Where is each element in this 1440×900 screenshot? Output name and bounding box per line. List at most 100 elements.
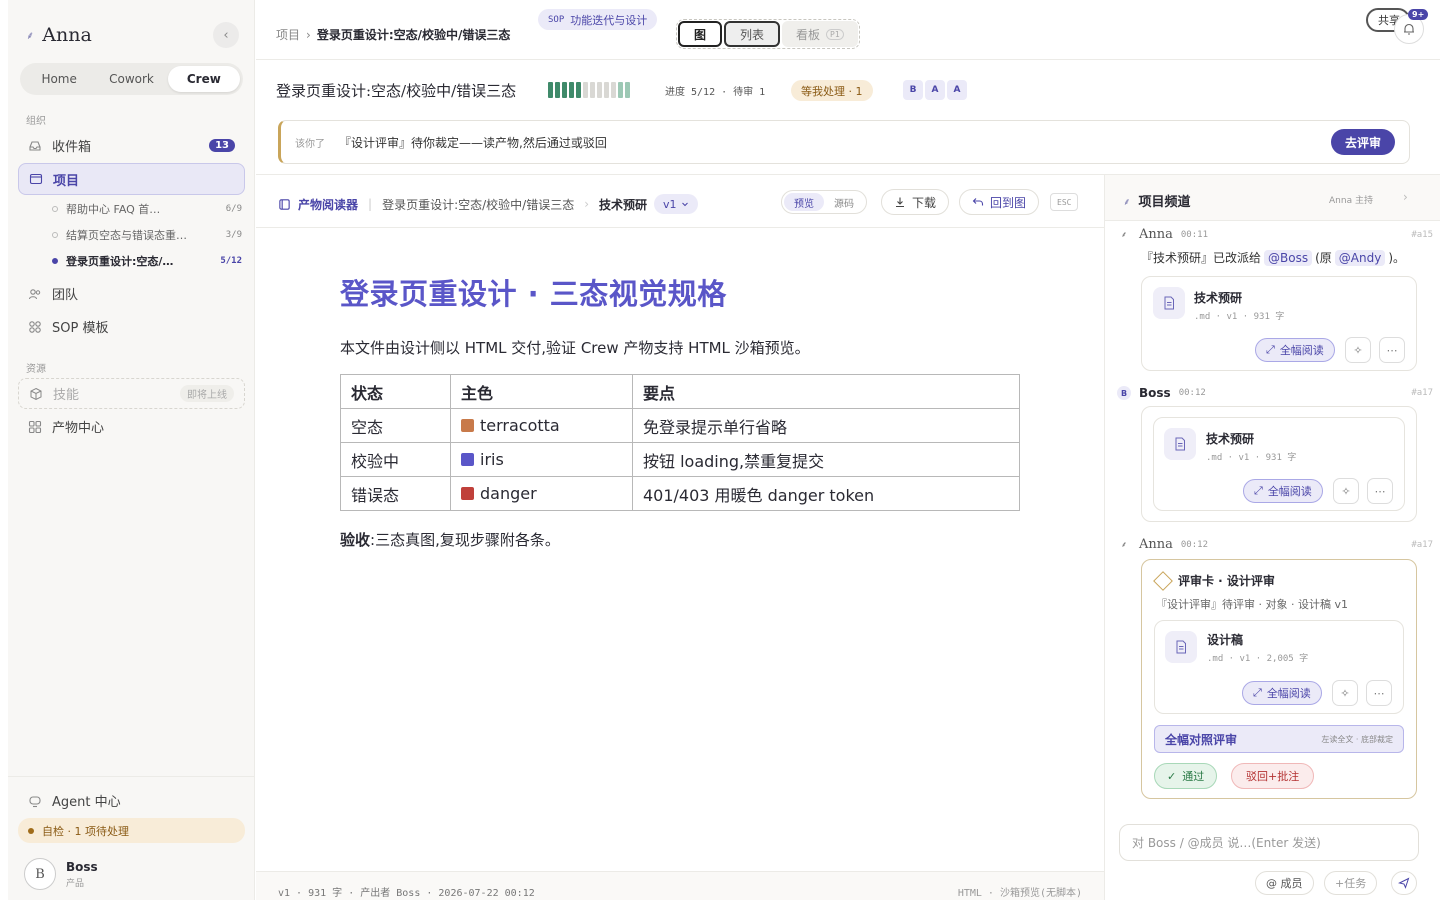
message-input[interactable]: 对 Boss / @成员 说…(Enter 发送) <box>1119 824 1419 861</box>
compare-review-hint: 左读全文 · 底部裁定 <box>1321 734 1393 744</box>
user-profile[interactable]: B Boss 产品 <box>24 858 98 890</box>
more-icon: ⋯ <box>1374 484 1386 498</box>
sidebar-item-inbox[interactable]: 收件箱 13 <box>18 130 245 161</box>
ai-action-button[interactable]: ✧ <box>1333 478 1359 504</box>
view-graph-button[interactable]: 图 <box>678 21 723 47</box>
mention-member-button[interactable]: @ 成员 <box>1255 871 1314 895</box>
doc-heading: 登录页重设计 · 三态视觉规格 <box>340 277 727 311</box>
sidebar-item-projects[interactable]: 项目 <box>18 163 245 195</box>
message-text-part: 『技术预研』已改派给 <box>1141 251 1262 265</box>
breadcrumb-root[interactable]: 项目 <box>276 26 300 43</box>
full-read-button[interactable]: ⤢ 全幅阅读 <box>1255 338 1335 362</box>
sidebar-item-artifacts[interactable]: 产物中心 <box>18 411 245 442</box>
sidebar-item-sop[interactable]: SOP 模板 <box>18 311 245 342</box>
message-header: B Boss 00:12 #a17 <box>1117 386 1433 400</box>
project-item-checkout[interactable]: 结算页空态与错误态重… 3/9 <box>52 224 242 246</box>
project-item-label: 结算页空态与错误态重… <box>66 229 187 242</box>
collapse-sidebar-button[interactable]: ‹ <box>213 22 239 48</box>
reader-doc-path[interactable]: 登录页重设计:空态/校验中/错误三态 <box>382 196 574 213</box>
notice-message: 『设计评审』待你裁定——读产物,然后通过或驳回 <box>339 135 607 150</box>
message-author[interactable]: Boss <box>1139 386 1171 400</box>
full-read-button[interactable]: ⤢ 全幅阅读 <box>1242 681 1322 705</box>
message-header: ⸙ Anna 00:11 #a15 <box>1117 227 1433 242</box>
project-item-login[interactable]: 登录页重设计:空态/… 5/12 <box>52 250 242 272</box>
view-list-button[interactable]: 列表 <box>724 21 781 47</box>
full-read-label: 全幅阅读 <box>1267 485 1312 498</box>
member-avatar[interactable]: A <box>947 80 967 100</box>
sidebar-item-label: 收件箱 <box>52 140 92 155</box>
reader-footer: v1 · 931 字 · 产出者 Boss · 2026-07-22 00:12… <box>256 871 1104 900</box>
artifact-card[interactable]: 技术预研 .md · v1 · 931 字 ⤢ 全幅阅读 ✧ ⋯ <box>1153 417 1405 511</box>
view-switch: 图 列表 看板 P1 <box>676 19 860 49</box>
artifact-name: 设计稿 <box>1207 633 1244 647</box>
esc-key-hint[interactable]: ESC <box>1050 193 1079 211</box>
review-card-header: 评审卡 · 设计评审 <box>1153 570 1275 591</box>
mention-boss[interactable]: @Boss <box>1264 249 1313 266</box>
member-avatar[interactable]: A <box>925 80 945 100</box>
artifact-card[interactable]: 技术预研 .md · v1 · 931 字 ⤢ 全幅阅读 ✧ ⋯ <box>1141 276 1417 371</box>
version-select[interactable]: v1 <box>654 194 698 214</box>
artifact-card[interactable]: 设计稿 .md · v1 · 2,005 字 ⤢ 全幅阅读 ✧ ⋯ <box>1154 620 1404 714</box>
message-time: 00:12 <box>1178 388 1206 398</box>
brand-name: Anna <box>42 24 92 46</box>
message-header: ⸙ Anna 00:12 #a17 <box>1117 537 1433 552</box>
download-icon <box>896 197 904 208</box>
color-swatch <box>461 453 474 466</box>
project-item-count: 6/9 <box>225 204 242 214</box>
sidebar-item-team[interactable]: 团队 <box>18 278 245 309</box>
download-button[interactable]: 下载 <box>881 189 950 215</box>
progress-segment-done <box>548 82 553 98</box>
more-button[interactable]: ⋯ <box>1366 680 1392 706</box>
pending-me-badge[interactable]: 等我处理 · 1 <box>791 80 873 101</box>
mention-andy[interactable]: @Andy <box>1334 249 1386 266</box>
chevron-left-icon: ‹ <box>223 27 229 43</box>
message-ref[interactable]: #a17 <box>1411 388 1433 398</box>
check-icon: ✓ <box>1167 769 1177 783</box>
project-item-faq[interactable]: 帮助中心 FAQ 首… 6/9 <box>52 198 242 220</box>
progress-segment-todo <box>597 82 602 98</box>
tab-crew[interactable]: Crew <box>167 66 240 92</box>
expand-channel-button[interactable]: › <box>1403 190 1408 204</box>
reader-breadcrumb: 产物阅读器 | 登录页重设计:空态/校验中/错误三态 › 技术预研 v1 <box>278 194 698 214</box>
approve-button[interactable]: ✓ 通过 <box>1154 763 1218 789</box>
boss-avatar: B <box>1117 386 1131 400</box>
sidebar-item-agent-center[interactable]: Agent 中心 <box>18 785 245 816</box>
tab-cowork[interactable]: Cowork <box>95 66 167 92</box>
expand-icon: ⤢ <box>1266 343 1275 356</box>
message-ref[interactable]: #a17 <box>1411 540 1433 550</box>
grid-icon <box>28 420 42 434</box>
ai-action-button[interactable]: ✧ <box>1345 337 1371 363</box>
breadcrumb-current: 登录页重设计:空态/校验中/错误三态 <box>316 28 511 42</box>
send-button[interactable] <box>1391 871 1417 895</box>
selfcheck-status[interactable]: 自检 · 1 项待处理 <box>18 818 245 843</box>
mode-source-button[interactable]: 源码 <box>824 193 864 211</box>
compare-review-button[interactable]: 全幅对照评审 左读全文 · 底部裁定 <box>1154 725 1404 753</box>
member-avatar[interactable]: B <box>903 80 923 100</box>
artifact-document: 登录页重设计 · 三态视觉规格 本文件由设计侧以 HTML 交付,验证 Crew… <box>340 271 1020 550</box>
go-review-button[interactable]: 去评审 <box>1330 129 1395 155</box>
progress-segment-todo <box>618 82 623 98</box>
acceptance-text: :三态真图,复现步骤附各条。 <box>370 531 560 549</box>
more-button[interactable]: ⋯ <box>1367 478 1393 504</box>
ai-action-button[interactable]: ✧ <box>1332 680 1358 706</box>
sidebar-item-label: SOP 模板 <box>52 321 109 336</box>
add-task-button[interactable]: +任务 <box>1324 871 1378 895</box>
message-ref[interactable]: #a15 <box>1411 230 1433 240</box>
state-cell: 空态 <box>340 408 451 443</box>
channel-header: ⸙ 项目频道 Anna 主持 › <box>1105 175 1440 221</box>
more-button[interactable]: ⋯ <box>1379 337 1405 363</box>
artifact-name: 技术预研 <box>1194 291 1243 305</box>
inbox-count-badge: 13 <box>209 139 235 152</box>
message-author[interactable]: Anna <box>1139 227 1173 242</box>
reader-current-artifact: 技术预研 <box>599 197 648 212</box>
reject-button[interactable]: 驳回+批注 <box>1231 763 1315 789</box>
tab-home[interactable]: Home <box>23 66 95 92</box>
sop-badge[interactable]: SOP 功能迭代与设计 <box>538 9 658 30</box>
sop-tag: SOP <box>548 14 565 25</box>
mode-preview-button[interactable]: 预览 <box>784 193 824 211</box>
document-icon <box>1164 428 1196 460</box>
back-to-graph-button[interactable]: 回到图 <box>959 189 1040 215</box>
full-read-button[interactable]: ⤢ 全幅阅读 <box>1243 479 1323 503</box>
message-author[interactable]: Anna <box>1139 537 1173 552</box>
version-label: v1 <box>663 197 677 211</box>
